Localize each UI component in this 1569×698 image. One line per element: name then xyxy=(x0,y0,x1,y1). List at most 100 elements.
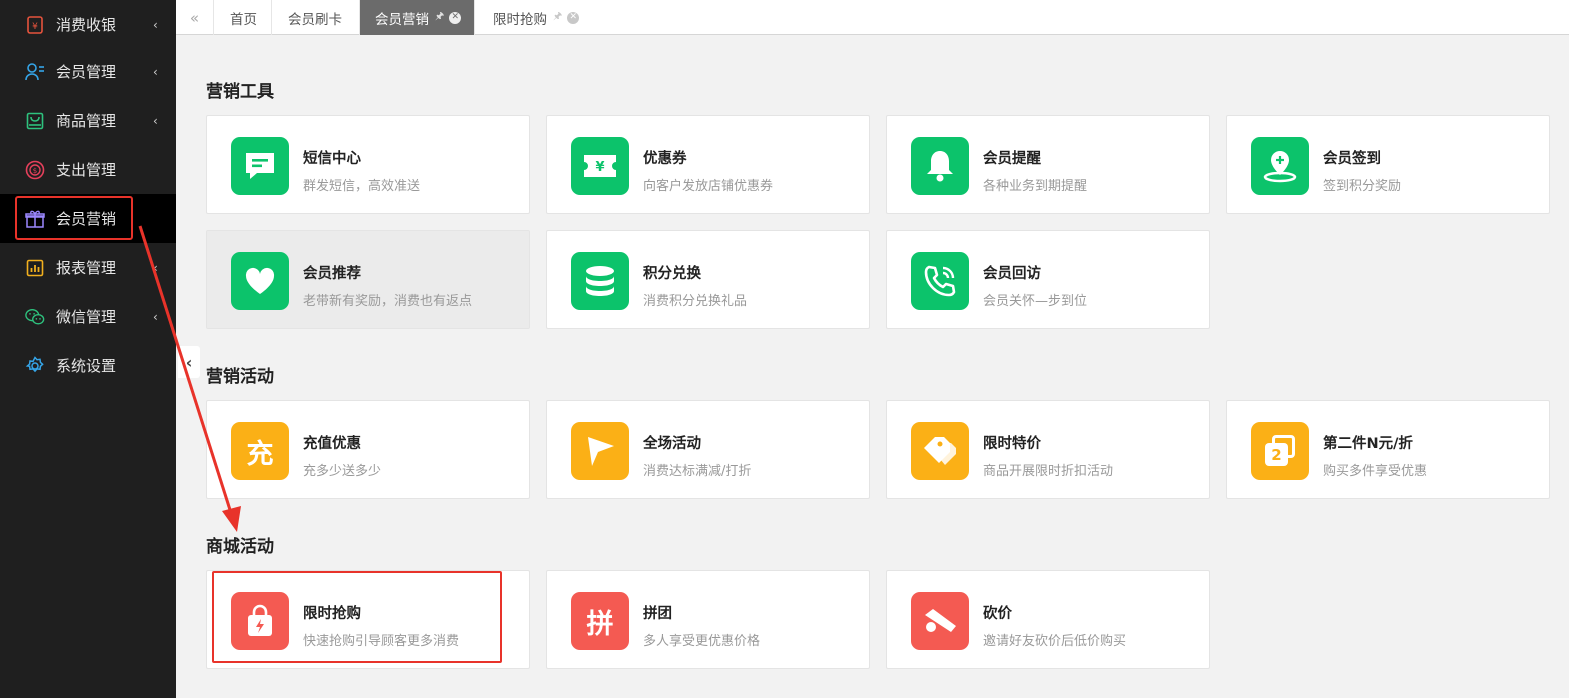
annotation-highlight-box xyxy=(15,196,133,240)
section-title: 商城活动 xyxy=(206,537,274,557)
card-title: 充值优惠 xyxy=(303,436,361,452)
chevron-left-icon: ‹ xyxy=(153,113,158,128)
second-item-icon: 2 xyxy=(1251,422,1309,480)
close-icon[interactable]: ✕ xyxy=(567,11,580,24)
card-member-reminder[interactable]: 会员提醒 各种业务到期提醒 xyxy=(886,115,1210,214)
card-recharge-discount[interactable]: 充 充值优惠 充多少送多少 xyxy=(206,400,530,499)
card-title: 限时特价 xyxy=(983,436,1041,452)
checkin-icon xyxy=(1251,137,1309,195)
card-desc: 签到积分奖励 xyxy=(1323,179,1402,194)
card-desc: 购买多件享受优惠 xyxy=(1323,464,1428,479)
tab-flash-sale[interactable]: 限时抢购 🖈 ✕ xyxy=(475,0,593,35)
phone-icon xyxy=(911,252,969,310)
tab-member-card[interactable]: 会员刷卡 xyxy=(272,0,360,35)
card-title: 会员签到 xyxy=(1323,151,1381,167)
sidebar-item-label: 商品管理 xyxy=(56,112,117,130)
bell-icon xyxy=(911,137,969,195)
tab-member-marketing[interactable]: 会员营销 🖈 ✕ xyxy=(360,0,475,35)
card-storewide-event[interactable]: 全场活动 消费达标满减/打折 xyxy=(546,400,870,499)
sidebar-item-label: 微信管理 xyxy=(56,308,117,326)
tab-label: 会员营销 xyxy=(375,11,429,28)
tab-bar: « 首页 会员刷卡 会员营销 🖈 ✕ 限时抢购 🖈 ✕ xyxy=(176,0,1569,35)
card-title: 会员推荐 xyxy=(303,266,361,282)
report-icon xyxy=(25,258,45,278)
expense-icon: $ xyxy=(25,160,45,180)
sidebar-item-reports[interactable]: 报表管理 ‹ xyxy=(0,243,176,292)
sidebar-item-settings[interactable]: 系统设置 xyxy=(0,341,176,390)
card-title: 第二件N元/折 xyxy=(1323,436,1413,452)
tab-home[interactable]: 首页 xyxy=(214,0,272,35)
chevron-left-icon: ‹ xyxy=(153,260,158,275)
settings-icon xyxy=(25,355,45,376)
card-points-exchange[interactable]: 积分兑换 消费积分兑换礼品 xyxy=(546,230,870,329)
card-title: 会员回访 xyxy=(983,266,1041,282)
recharge-icon: 充 xyxy=(231,422,289,480)
sms-icon xyxy=(231,137,289,195)
card-title: 砍价 xyxy=(983,606,1012,622)
card-title: 拼团 xyxy=(643,606,672,622)
card-member-revisit[interactable]: 会员回访 会员关怀—步到位 xyxy=(886,230,1210,329)
card-desc: 会员关怀—步到位 xyxy=(983,294,1088,309)
section-title: 营销工具 xyxy=(206,82,274,102)
double-chevron-left-icon[interactable]: « xyxy=(176,0,214,35)
card-member-checkin[interactable]: 会员签到 签到积分奖励 xyxy=(1226,115,1550,214)
tab-label: 首页 xyxy=(230,11,257,28)
pin-icon[interactable]: 🖈 xyxy=(553,9,562,26)
card-sms-center[interactable]: 短信中心 群发短信，高效准送 xyxy=(206,115,530,214)
pin-icon[interactable]: 🖈 xyxy=(435,9,444,26)
chevron-left-icon: ‹ xyxy=(153,309,158,324)
card-second-item-discount[interactable]: 2 第二件N元/折 购买多件享受优惠 xyxy=(1226,400,1550,499)
wechat-icon xyxy=(25,307,45,327)
sidebar-item-label: 支出管理 xyxy=(56,161,117,179)
card-desc: 老带新有奖励，消费也有返点 xyxy=(303,294,473,309)
card-desc: 多人享受更优惠价格 xyxy=(643,634,761,649)
card-group-buy[interactable]: 拼 拼团 多人享受更优惠价格 xyxy=(546,570,870,669)
member-icon xyxy=(25,62,45,82)
card-member-referral[interactable]: 会员推荐 老带新有奖励，消费也有返点 xyxy=(206,230,530,329)
card-title: 全场活动 xyxy=(643,436,701,452)
close-icon[interactable]: ✕ xyxy=(449,11,462,24)
card-desc: 群发短信，高效准送 xyxy=(303,179,421,194)
chevron-left-icon: ‹ xyxy=(153,64,158,79)
collapse-sidebar-button[interactable]: ‹ xyxy=(178,346,200,378)
svg-text:¥: ¥ xyxy=(595,160,604,175)
bargain-icon xyxy=(911,592,969,650)
card-title: 短信中心 xyxy=(303,151,361,167)
sidebar-item-expense[interactable]: $ 支出管理 xyxy=(0,145,176,194)
chevron-left-icon: ‹ xyxy=(153,17,158,32)
goods-icon xyxy=(25,111,45,131)
sidebar-item-label: 报表管理 xyxy=(56,259,117,277)
card-coupon[interactable]: ¥ 优惠券 向客户发放店铺优惠券 xyxy=(546,115,870,214)
svg-text:$: $ xyxy=(33,167,37,175)
tab-label: 限时抢购 xyxy=(493,11,547,28)
card-title: 积分兑换 xyxy=(643,266,701,282)
card-desc: 向客户发放店铺优惠券 xyxy=(643,179,774,194)
card-desc: 各种业务到期提醒 xyxy=(983,179,1088,194)
section-title: 营销活动 xyxy=(206,367,274,387)
sidebar-item-members[interactable]: 会员管理 ‹ xyxy=(0,47,176,96)
coupon-icon: ¥ xyxy=(571,137,629,195)
svg-text:¥: ¥ xyxy=(32,22,38,32)
sidebar-item-label: 消费收银 xyxy=(56,16,117,34)
coins-icon xyxy=(571,252,629,310)
sidebar-item-goods[interactable]: 商品管理 ‹ xyxy=(0,96,176,145)
card-time-limited-price[interactable]: 限时特价 商品开展限时折扣活动 xyxy=(886,400,1210,499)
sidebar-item-label: 会员管理 xyxy=(56,63,117,81)
card-desc: 充多少送多少 xyxy=(303,464,382,479)
card-title: 优惠券 xyxy=(643,151,687,167)
cashier-icon: ¥ xyxy=(25,15,45,35)
heart-icon xyxy=(231,252,289,310)
sidebar: ¥ 消费收银 ‹ 会员管理 ‹ 商品管理 ‹ $ 支出管理 会员营销 报表管理 … xyxy=(0,0,176,698)
flag-icon xyxy=(571,422,629,480)
sidebar-item-wechat[interactable]: 微信管理 ‹ xyxy=(0,292,176,341)
card-desc: 商品开展限时折扣活动 xyxy=(983,464,1114,479)
price-tag-icon xyxy=(911,422,969,480)
group-buy-icon: 拼 xyxy=(571,592,629,650)
card-desc: 邀请好友砍价后低价购买 xyxy=(983,634,1127,649)
sidebar-item-label: 系统设置 xyxy=(56,357,117,375)
sidebar-item-cashier[interactable]: ¥ 消费收银 ‹ xyxy=(0,0,176,49)
card-desc: 消费积分兑换礼品 xyxy=(643,294,748,309)
annotation-highlight-box xyxy=(212,571,502,663)
card-bargain[interactable]: 砍价 邀请好友砍价后低价购买 xyxy=(886,570,1210,669)
card-title: 会员提醒 xyxy=(983,151,1041,167)
